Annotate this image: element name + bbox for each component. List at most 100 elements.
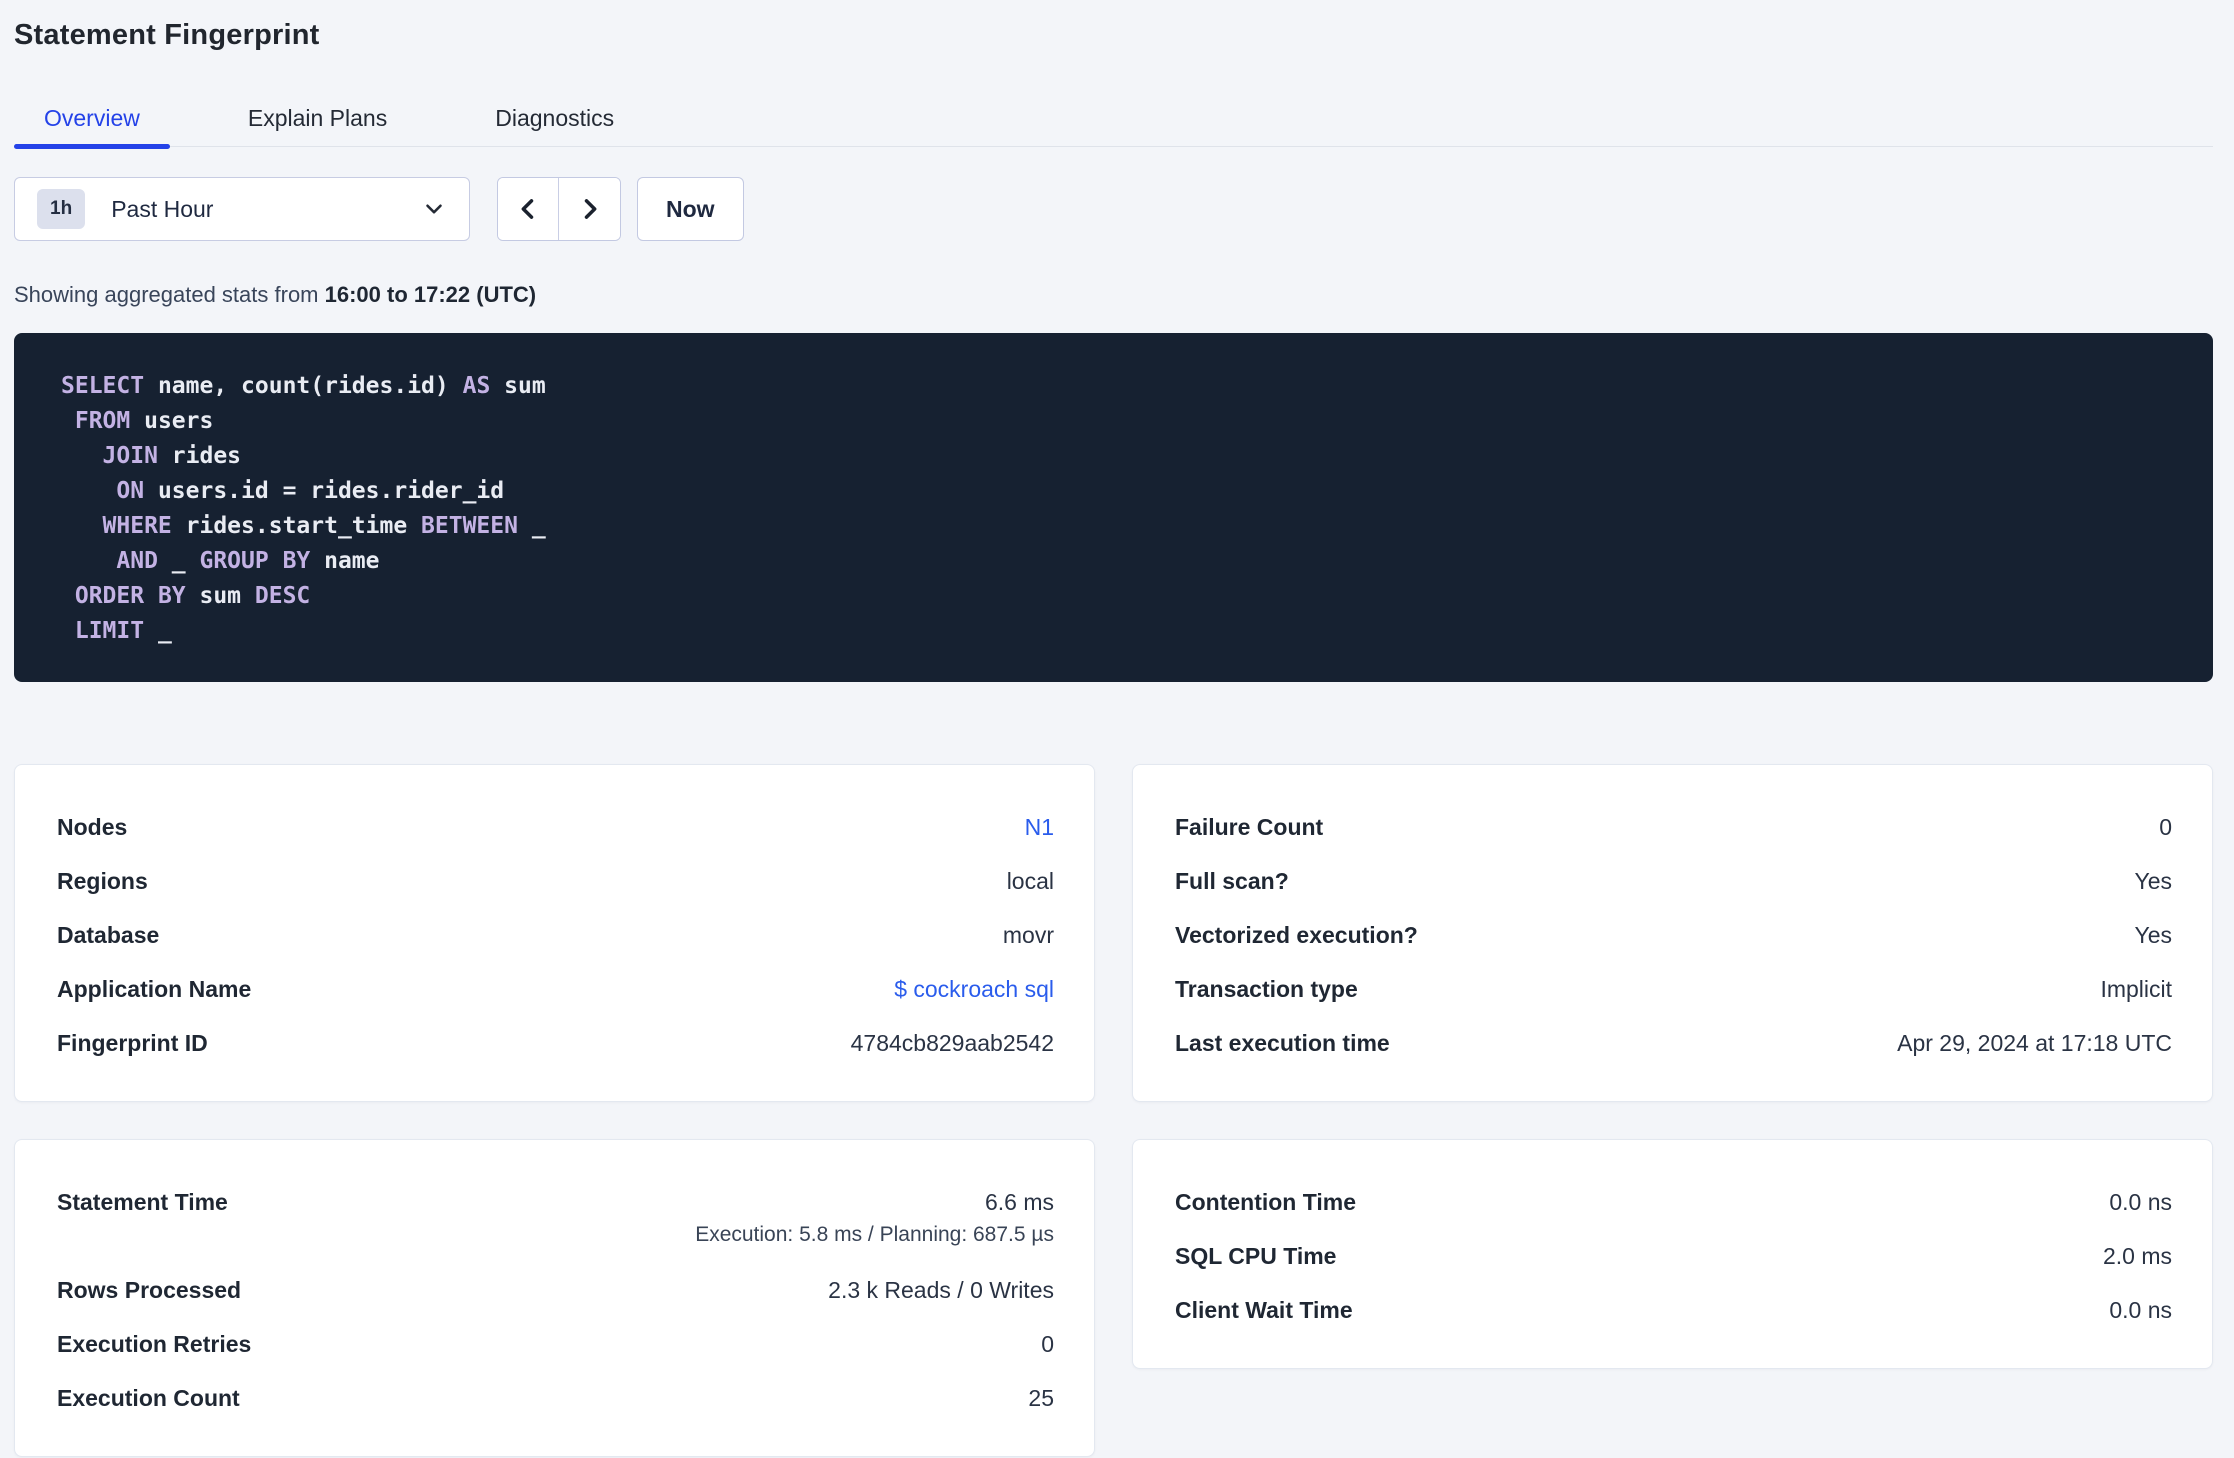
sql-line: ON users.id = rides.rider_id [61,474,2173,509]
info-row: Statement Time 6.6 ms [57,1190,1054,1214]
overview-details-rows: Nodes N1 Regions local Database movr Applicati… [57,815,1054,1055]
chevron-left-icon [514,195,542,223]
info-label: Full scan? [1175,868,1289,894]
info-value: Yes [2134,922,2172,948]
tab-overview[interactable]: Overview [14,104,170,149]
sql-keyword: AS [462,373,491,399]
stats-caption-prefix: Showing aggregated stats from [14,282,325,307]
info-label: Last execution time [1175,1030,1390,1056]
info-label: Vectorized execution? [1175,922,1418,948]
sql-identifier: users [130,408,214,434]
sql-identifier [61,548,116,574]
info-label: Execution Count [57,1385,240,1411]
page-title: Statement Fingerprint [14,19,320,51]
info-value: 4784cb829aab2542 [850,1030,1054,1056]
now-button[interactable]: Now [637,177,744,241]
sql-keyword: ON [116,478,145,504]
tab-bar: Overview Explain Plans Diagnostics [14,104,2213,149]
info-label: Client Wait Time [1175,1297,1353,1323]
info-row: Regions local [57,869,1054,893]
time-controls-row: 1h Past Hour Now [14,177,2213,241]
info-row: Vectorized execution? Yes [1175,923,2172,947]
info-row: Rows Processed 2.3 k Reads / 0 Writes [57,1278,1054,1302]
info-value: 0.0 ns [2109,1297,2172,1323]
info-value: 2.0 ms [2102,1243,2172,1269]
info-row: Fingerprint ID 4784cb829aab2542 [57,1031,1054,1055]
sql-keyword: LIMIT [74,618,145,644]
info-label: Contention Time [1175,1189,1357,1215]
info-value: 6.6 ms [984,1189,1054,1215]
sql-identifier: name, count(rides.id) [144,373,463,399]
info-row: Nodes N1 [57,815,1054,839]
sql-line: LIMIT _ [61,614,2173,649]
time-window-nav [497,177,621,241]
summary-cards-grid: Nodes N1 Regions local Database movr Applicati… [14,764,2213,1457]
info-label: Failure Count [1175,814,1324,840]
info-row: Full scan? Yes [1175,869,2172,893]
sql-identifier [61,478,116,504]
time-range-badge: 1h [37,189,86,229]
sql-identifier [61,513,103,539]
sql-line: FROM users [61,404,2173,439]
statement-times-card: Statement Time 6.6 ms Execution: 5.8 ms / … [14,1139,1095,1457]
sql-keyword: BETWEEN [421,513,518,539]
sql-identifier [61,618,75,644]
tab-explain-plans[interactable]: Explain Plans [218,104,417,146]
sql-identifier: rides.start_time [171,513,422,539]
info-row: SQL CPU Time 2.0 ms [1175,1244,2172,1268]
info-value-link[interactable]: $ cockroach sql [894,977,1054,1001]
info-row: Failure Count 0 [1175,815,2172,839]
sql-identifier: _ [144,618,172,644]
time-prev-button[interactable] [498,178,559,240]
chevron-right-icon [576,195,604,223]
info-value: Yes [2134,868,2172,894]
info-row: Application Name $ cockroach sql [57,977,1054,1001]
info-value: 2.3 k Reads / 0 Writes [828,1277,1054,1303]
sql-line: ORDER BY sum DESC [61,579,2173,614]
info-label: Rows Processed [57,1277,242,1303]
sql-identifier: name [310,548,380,574]
time-range-dropdown[interactable]: 1h Past Hour [14,177,470,241]
sql-keyword: JOIN [102,443,158,469]
sql-identifier: sum [490,373,546,399]
tab-diagnostics[interactable]: Diagnostics [465,104,644,146]
info-value: movr [1002,922,1054,948]
sql-identifier: rides [157,443,242,469]
sql-keyword: ORDER BY [74,583,186,609]
info-row: Database movr [57,923,1054,947]
stats-caption: Showing aggregated stats from 16:00 to 1… [14,281,2213,309]
sql-keyword: DESC [254,583,311,609]
info-value-link[interactable]: N1 [1025,815,1054,839]
sql-line: SELECT name, count(rides.id) AS sum [61,369,2173,404]
info-label: Regions [57,868,148,894]
info-value: 0 [1041,1331,1054,1357]
wait-times-rows: Contention Time 0.0 ns SQL CPU Time 2.0 ms C… [1175,1190,2172,1322]
sql-identifier [61,583,75,609]
info-row: Client Wait Time 0.0 ns [1175,1298,2172,1322]
info-label: Fingerprint ID [57,1030,208,1056]
overview-details-card: Nodes N1 Regions local Database movr Applicati… [14,764,1095,1102]
sql-statement-box: SELECT name, count(rides.id) AS sum FROM… [14,333,2213,682]
info-value: local [1006,868,1054,894]
sql-keyword: GROUP BY [199,548,311,574]
info-row: Execution Retries 0 [57,1332,1054,1356]
info-value: 25 [1028,1385,1054,1411]
sql-keyword: AND [116,548,158,574]
sql-keyword: WHERE [102,513,172,539]
info-row: Execution Count 25 [57,1386,1054,1410]
info-value: 0 [2159,814,2172,840]
sql-keyword: FROM [74,408,131,434]
sql-line: AND _ GROUP BY name [61,544,2173,579]
info-label: Database [57,922,160,948]
time-next-button[interactable] [559,178,620,240]
time-range-label: Past Hour [111,195,214,222]
info-label: Application Name [57,976,252,1002]
execution-attributes-card: Failure Count 0 Full scan? Yes Vectorized ex… [1132,764,2213,1102]
sql-identifier: _ [517,513,546,539]
sql-identifier: sum [185,583,255,609]
sql-line: WHERE rides.start_time BETWEEN _ [61,509,2173,544]
info-row: Transaction type Implicit [1175,977,2172,1001]
info-label: SQL CPU Time [1175,1243,1337,1269]
sql-identifier [61,443,103,469]
wait-times-card: Contention Time 0.0 ns SQL CPU Time 2.0 ms C… [1132,1139,2213,1369]
